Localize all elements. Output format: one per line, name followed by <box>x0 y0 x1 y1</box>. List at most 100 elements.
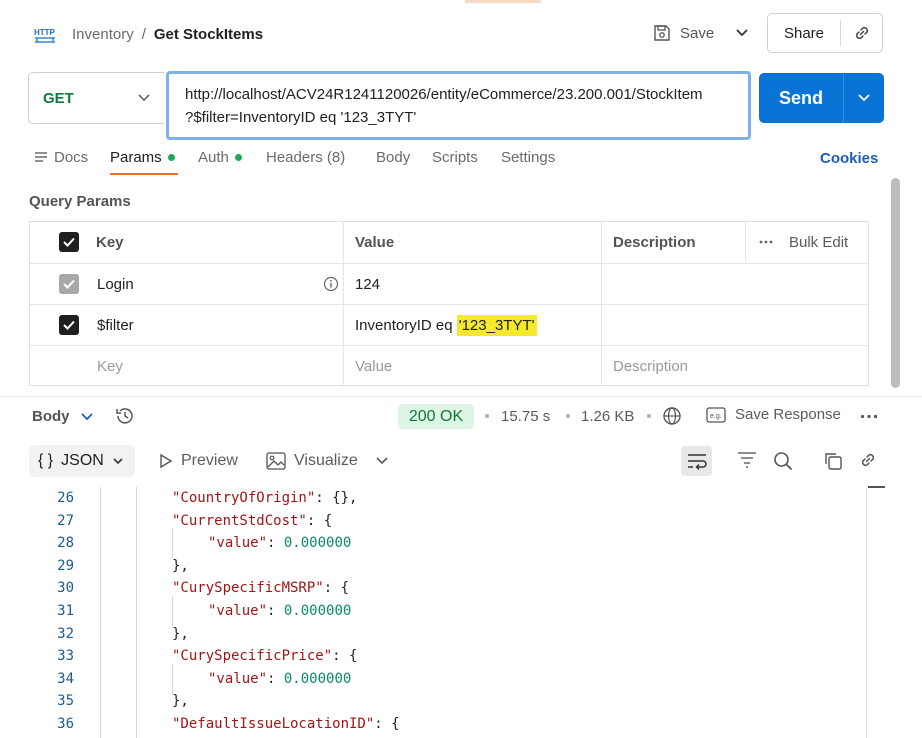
param-key[interactable]: $filter <box>97 305 134 345</box>
code-line: "CountryOfOrigin": {}, <box>172 490 357 506</box>
line-number: 27 <box>57 512 74 529</box>
tab-scripts[interactable]: Scripts <box>432 147 478 167</box>
save-button[interactable]: Save <box>652 20 714 46</box>
visualize-label: Visualize <box>294 452 358 469</box>
url-input[interactable]: http://localhost/ACV24R1241120026/entity… <box>166 71 751 140</box>
code-line: }, <box>172 558 189 574</box>
share-button-group: Share <box>767 13 883 53</box>
http-request-icon: HTTP <box>34 26 56 44</box>
code-token: "value" <box>208 603 268 619</box>
url-line-2: ?$filter=InventoryID eq '123_3TYT' <box>185 109 417 126</box>
row-checkbox[interactable] <box>59 305 79 345</box>
copy-link-icon[interactable] <box>841 23 882 43</box>
line-number: 29 <box>57 557 74 574</box>
param-value[interactable]: InventoryID eq '123_3TYT' <box>355 305 537 345</box>
history-icon[interactable] <box>114 406 136 426</box>
tab-auth[interactable]: Auth <box>198 147 242 167</box>
meta-separator <box>566 414 570 418</box>
example-icon: e.g. <box>706 406 726 423</box>
row-checkbox[interactable] <box>59 264 79 304</box>
visualize-button[interactable]: Visualize <box>266 452 358 470</box>
preview-button[interactable]: Preview <box>159 452 238 470</box>
tab-body-label: Body <box>376 148 411 166</box>
bulk-edit-label: Bulk Edit <box>789 233 849 251</box>
line-number: 32 <box>57 625 74 642</box>
info-icon[interactable] <box>323 264 339 304</box>
cookies-link[interactable]: Cookies <box>820 150 878 167</box>
line-number: 31 <box>57 603 74 619</box>
response-size[interactable]: 1.26 KB <box>581 408 634 425</box>
tab-params[interactable]: Params <box>110 147 175 167</box>
filter-icon[interactable] <box>737 451 757 469</box>
save-response-button[interactable]: e.g. Save Response <box>706 406 841 423</box>
code-token: : <box>267 670 284 687</box>
copy-icon[interactable] <box>823 451 843 471</box>
url-line-1: http://localhost/ACV24R1241120026/entity… <box>185 86 703 103</box>
link-icon[interactable] <box>858 450 878 470</box>
code-token: 0.000000 <box>283 535 352 552</box>
tab-body[interactable]: Body <box>376 147 410 167</box>
code-line: "CurySpecificMSRP": { <box>172 580 349 596</box>
code-token: "DefaultIssueLocationID" <box>172 716 375 732</box>
code-token: "value" <box>208 670 268 687</box>
code-line: "CurySpecificPrice": { <box>172 648 357 664</box>
format-chevron-icon <box>112 456 124 466</box>
tab-settings-label: Settings <box>501 148 556 166</box>
tab-docs[interactable]: Docs <box>34 147 88 167</box>
json-braces-icon: { } <box>38 452 54 469</box>
param-value[interactable]: 124 <box>355 264 380 304</box>
code-token: }, <box>172 625 189 642</box>
save-response-label: Save Response <box>735 406 841 423</box>
query-params-title: Query Params <box>29 193 131 210</box>
tab-auth-label: Auth <box>198 148 229 166</box>
tab-docs-label: Docs <box>54 148 89 166</box>
body-chevron-icon[interactable] <box>80 411 94 423</box>
checkbox-checked-icon <box>59 315 79 335</box>
save-options-chevron-icon[interactable] <box>735 27 749 39</box>
code-token: : {}, <box>315 490 358 506</box>
scrollbar-thumb[interactable] <box>891 178 900 388</box>
tab-settings[interactable]: Settings <box>501 147 555 167</box>
code-line: "value": 0.000000 <box>208 603 351 619</box>
param-key[interactable]: Login <box>97 264 134 304</box>
visualize-chevron-icon[interactable] <box>375 455 389 467</box>
section-divider <box>0 396 922 397</box>
globe-icon[interactable] <box>662 406 682 426</box>
new-description-input[interactable]: Description <box>613 346 688 386</box>
send-button[interactable]: Send <box>759 88 843 109</box>
breadcrumb-parent[interactable]: Inventory <box>72 26 134 43</box>
request-title[interactable]: Get StockItems <box>154 26 263 43</box>
method-chevron-icon <box>137 92 151 104</box>
response-time[interactable]: 15.75 s <box>501 408 550 425</box>
new-value-input[interactable]: Value <box>355 346 392 386</box>
search-icon[interactable] <box>773 451 793 471</box>
save-label: Save <box>680 24 715 42</box>
new-key-input[interactable]: Key <box>97 346 123 386</box>
code-token: : { <box>306 512 333 529</box>
send-options-chevron-icon[interactable] <box>844 92 884 104</box>
wrap-lines-button[interactable] <box>681 446 712 476</box>
bulk-edit-button[interactable]: Bulk Edit <box>759 222 848 262</box>
response-body-label[interactable]: Body <box>32 408 70 425</box>
format-select[interactable]: { } JSON <box>29 445 135 477</box>
code-line: }, <box>172 626 189 642</box>
top-accent-bar <box>465 0 541 3</box>
checkbox-checked-icon <box>59 274 79 294</box>
response-code-viewer[interactable]: 26 "CountryOfOrigin": {}, 27 "CurrentStdCos… <box>0 487 922 738</box>
line-number: 33 <box>57 648 74 665</box>
code-token: }, <box>172 557 189 574</box>
status-badge[interactable]: 200 OK <box>398 404 474 429</box>
active-tab-indicator <box>110 173 178 175</box>
code-line: "value": 0.000000 <box>208 671 351 687</box>
line-number: 30 <box>57 580 74 597</box>
format-label: JSON <box>61 452 104 469</box>
select-all-checkbox[interactable] <box>59 222 79 262</box>
code-token: : { <box>332 648 358 665</box>
code-token: 0.000000 <box>283 603 352 619</box>
share-button[interactable]: Share <box>768 25 840 42</box>
line-number: 28 <box>57 535 74 552</box>
more-options-icon[interactable] <box>860 414 878 419</box>
method-select[interactable]: GET <box>28 72 164 124</box>
breadcrumb: Inventory / Get StockItems <box>72 24 263 44</box>
tab-headers[interactable]: Headers (8) <box>266 147 345 167</box>
